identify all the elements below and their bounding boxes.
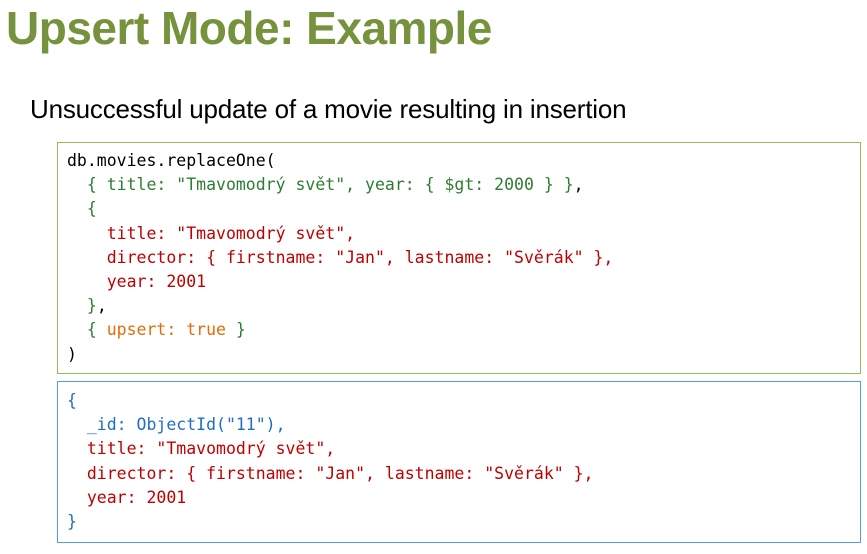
slide-subtitle: Unsuccessful update of a movie resulting…: [30, 94, 627, 124]
code-line: director: { firstname: "Jan", lastname: …: [67, 246, 860, 270]
code-line: }: [67, 510, 860, 534]
code-token: title: "Tmavomodrý svět",: [67, 439, 336, 459]
code-line: director: { firstname: "Jan", lastname: …: [67, 462, 860, 486]
code-line: {: [67, 197, 860, 221]
code-line: {: [67, 389, 860, 413]
code-line: year: 2001: [67, 486, 860, 510]
code-line: ): [67, 343, 860, 367]
code-line: title: "Tmavomodrý svět",: [67, 437, 860, 461]
code-line: year: 2001: [67, 270, 860, 294]
code-line: },: [67, 294, 860, 318]
code-line: title: "Tmavomodrý svět",: [67, 222, 860, 246]
code-token: db.movies.replaceOne(: [67, 151, 276, 170]
code-token: director: { firstname: "Jan", lastname: …: [67, 463, 594, 483]
code-token: {: [67, 391, 77, 410]
code-token: {: [67, 320, 107, 340]
code-line: { upsert: true }: [67, 318, 860, 342]
code-token: upsert: true: [106, 320, 226, 340]
code-token: { title: "Tmavomodrý svět", year: { $gt:…: [67, 175, 574, 195]
code-token: _id: ObjectId("11"),: [67, 415, 286, 435]
code-line: _id: ObjectId("11"),: [67, 413, 860, 437]
code-line: db.movies.replaceOne(: [67, 149, 860, 173]
code-line: { title: "Tmavomodrý svět", year: { $gt:…: [67, 173, 860, 197]
query-code-block: db.movies.replaceOne( { title: "Tmavomod…: [57, 142, 861, 374]
result-code-block: { _id: ObjectId("11"), title: "Tmavomodr…: [57, 381, 861, 543]
code-token: }: [67, 511, 77, 531]
code-token: }: [67, 296, 97, 316]
slide-title: Upsert Mode: Example: [6, 2, 492, 54]
code-token: year: 2001: [67, 487, 187, 507]
code-token: ): [67, 344, 77, 364]
code-token: director: { firstname: "Jan", lastname: …: [67, 247, 614, 267]
code-token: {: [67, 199, 97, 219]
code-token: }: [225, 320, 246, 340]
code-token: year: 2001: [67, 271, 207, 291]
code-token: ,: [96, 296, 107, 316]
code-token: title: "Tmavomodrý svět",: [67, 223, 356, 243]
code-token: ,: [573, 175, 584, 195]
